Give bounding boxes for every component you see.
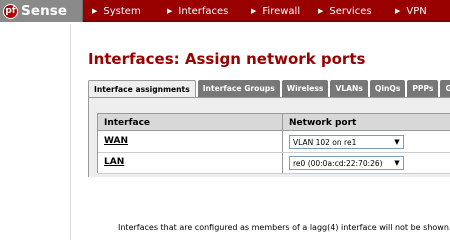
lagg-notice: Interfaces that are configured as member… <box>118 223 450 232</box>
network-port-select-lan[interactable]: re0 (00:0a:cd:22:70:26) ▼ <box>289 156 404 170</box>
nav-item-vpn[interactable]: ▶ VPN <box>395 0 427 22</box>
tab-interface-assignments[interactable]: Interface assignments <box>88 80 196 97</box>
nav-item-label: System <box>103 5 141 17</box>
select-value: re0 (00:0a:cd:22:70:26) <box>293 158 383 168</box>
tab-interface-groups[interactable]: Interface Groups <box>197 80 280 97</box>
nav-item-label: Firewall <box>262 5 301 17</box>
tab-gre[interactable]: GRE <box>440 80 450 97</box>
select-value: VLAN 102 on re1 <box>293 137 357 147</box>
assignment-table: Interface Network port WAN VLAN 102 on r… <box>97 113 450 174</box>
tab-wireless[interactable]: Wireless <box>281 80 329 97</box>
nav-item-interfaces[interactable]: ▶ Interfaces <box>167 0 228 22</box>
header-network-port: Network port <box>289 117 357 128</box>
triangle-right-icon: ▶ <box>318 7 324 15</box>
table-header-row: Interface Network port <box>98 114 450 131</box>
nav-item-label: VPN <box>406 5 427 17</box>
pfsense-logo[interactable]: pf Sense <box>0 0 83 22</box>
table-row: WAN VLAN 102 on re1 ▼ <box>98 132 450 153</box>
caret-down-icon: ▼ <box>394 159 400 167</box>
logo-text: Sense <box>21 3 68 19</box>
interface-link-wan[interactable]: WAN <box>104 136 128 146</box>
triangle-right-icon: ▶ <box>167 7 173 15</box>
triangle-right-icon: ▶ <box>395 7 401 15</box>
nav-item-system[interactable]: ▶ System <box>92 0 141 22</box>
triangle-right-icon: ▶ <box>251 7 257 15</box>
tab-bar: Interface assignments Interface Groups W… <box>88 80 450 97</box>
nav-item-label: Services <box>329 5 372 17</box>
triangle-right-icon: ▶ <box>92 7 98 15</box>
logo-mark-icon: pf <box>3 3 18 19</box>
tab-vlans[interactable]: VLANs <box>330 80 368 97</box>
content-divider <box>70 24 71 240</box>
nav-item-firewall[interactable]: ▶ Firewall <box>251 0 300 22</box>
page-title: Interfaces: Assign network ports <box>88 50 366 68</box>
tab-qinqs[interactable]: QinQs <box>369 80 406 97</box>
nav-item-services[interactable]: ▶ Services <box>318 0 372 22</box>
interface-link-lan[interactable]: LAN <box>104 157 124 167</box>
caret-down-icon: ▼ <box>394 138 400 146</box>
table-row: LAN re0 (00:0a:cd:22:70:26) ▼ <box>98 153 450 174</box>
tab-ppps[interactable]: PPPs <box>407 80 439 97</box>
header-interface: Interface <box>104 117 151 128</box>
nav-item-label: Interfaces <box>178 5 229 17</box>
network-port-select-wan[interactable]: VLAN 102 on re1 ▼ <box>289 135 404 149</box>
top-nav-bar: pf Sense ▶ System ▶ Interfaces ▶ Firewal… <box>0 0 450 22</box>
